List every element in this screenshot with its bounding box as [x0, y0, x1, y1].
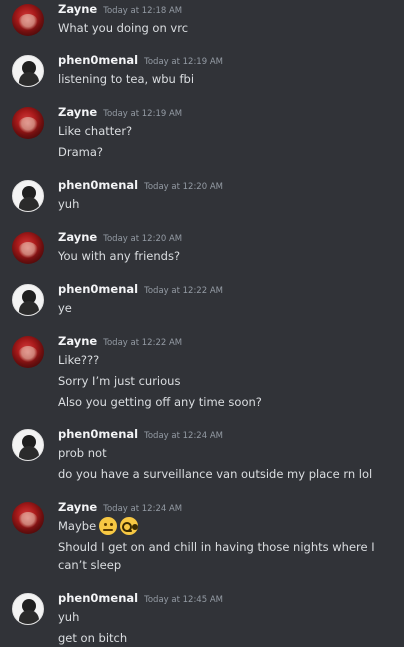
thinking-face-icon [99, 517, 118, 535]
author-name[interactable]: Zayne [58, 334, 97, 348]
author-name[interactable]: phen0menal [58, 427, 138, 441]
author-name[interactable]: phen0menal [58, 591, 138, 605]
message-text: Like??? [58, 353, 100, 367]
message-text: ye [58, 301, 72, 315]
message-text: You with any friends? [58, 249, 181, 263]
message-text: Like chatter? [58, 124, 133, 138]
message-header: phen0menal Today at 12:19 AM [58, 53, 223, 71]
avatar-zayne[interactable] [12, 4, 44, 36]
timestamp: Today at 12:45 AM [144, 595, 223, 605]
avatar-phen0menal[interactable] [12, 429, 44, 461]
message-text: What you doing on vrc [58, 21, 189, 35]
timestamp: Today at 12:19 AM [144, 57, 223, 67]
author-name[interactable]: Zayne [58, 230, 97, 244]
author-name[interactable]: Zayne [58, 500, 97, 514]
author-name[interactable]: phen0menal [58, 178, 138, 192]
message-text: do you have a surveillance van outside m… [58, 467, 373, 481]
timestamp: Today at 12:24 AM [144, 431, 223, 441]
message-text: Sorry I’m just curious [58, 374, 181, 388]
timestamp: Today at 12:22 AM [144, 286, 223, 296]
message-text: yuh [58, 610, 80, 624]
message-text: prob not [58, 446, 107, 460]
message-header: Zayne Today at 12:20 AM [58, 230, 182, 248]
message-text: Drama? [58, 145, 103, 159]
message-text: Also you getting off any time soon? [58, 395, 262, 409]
avatar-phen0menal[interactable] [12, 284, 44, 316]
author-name[interactable]: Zayne [58, 105, 97, 119]
message-header: phen0menal Today at 12:20 AM [58, 178, 223, 196]
message-text-part: Maybe [58, 519, 97, 533]
message-header: Zayne Today at 12:24 AM [58, 500, 182, 518]
timestamp: Today at 12:22 AM [103, 338, 183, 348]
message-text: listening to tea, wbu fbi [58, 72, 195, 86]
timestamp: Today at 12:24 AM [103, 504, 183, 514]
nerd-face-icon [120, 517, 139, 535]
message-header: Zayne Today at 12:18 AM [58, 2, 182, 20]
avatar-phen0menal[interactable] [12, 180, 44, 212]
avatar-phen0menal[interactable] [12, 593, 44, 625]
avatar-phen0menal[interactable] [12, 55, 44, 87]
author-name[interactable]: Zayne [58, 2, 97, 16]
timestamp: Today at 12:20 AM [144, 182, 223, 192]
timestamp: Today at 12:19 AM [103, 109, 183, 119]
message-header: Zayne Today at 12:19 AM [58, 105, 182, 123]
avatar-zayne[interactable] [12, 336, 44, 368]
avatar-zayne[interactable] [12, 502, 44, 534]
timestamp: Today at 12:18 AM [103, 6, 183, 16]
message-text: Maybe [58, 517, 139, 535]
message-text: get on bitch [58, 631, 128, 645]
author-name[interactable]: phen0menal [58, 282, 138, 296]
message-header: phen0menal Today at 12:24 AM [58, 427, 223, 445]
author-name[interactable]: phen0menal [58, 53, 138, 67]
message-text: yuh [58, 197, 80, 211]
message-header: Zayne Today at 12:22 AM [58, 334, 182, 352]
message-header: phen0menal Today at 12:45 AM [58, 591, 223, 609]
message-text: Should I get on and chill in having thos… [58, 540, 375, 572]
timestamp: Today at 12:20 AM [103, 234, 183, 244]
avatar-zayne[interactable] [12, 232, 44, 264]
message-header: phen0menal Today at 12:22 AM [58, 282, 223, 300]
avatar-zayne[interactable] [12, 107, 44, 139]
